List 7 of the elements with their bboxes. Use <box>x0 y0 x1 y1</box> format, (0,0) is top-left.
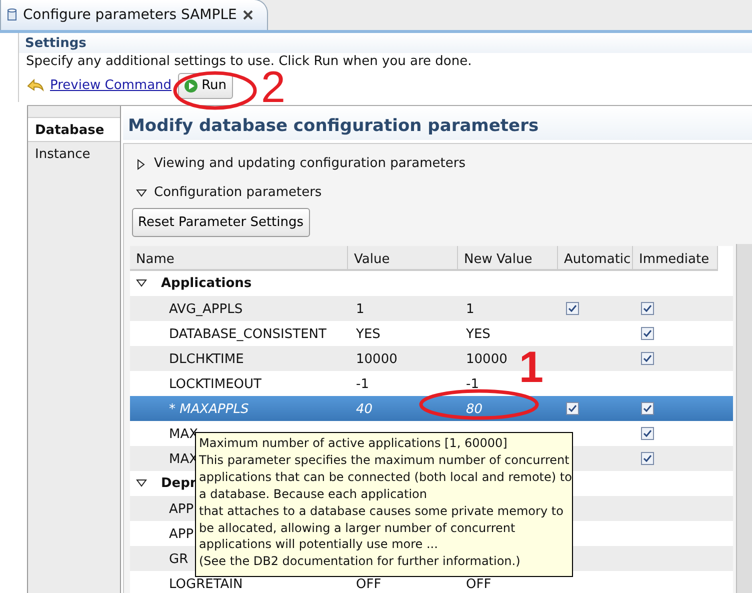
table-cell: -1 <box>356 377 369 392</box>
table-cell: OFF <box>356 577 382 592</box>
tooltip: Maximum number of active applications [1, 60000] This parameter specifies the maximum number of concurrent applications that can be connected (both local and remote) to a database. Because each application that attaches to a database causes some private memory to be allocated, allowing a larger number of concurrent applications will potentially use more ... (See the DB2 documentation for further information.) <box>195 432 573 577</box>
table-cell: 40 <box>356 402 373 417</box>
table-cell: 1 <box>356 302 364 317</box>
table-cell: YES <box>356 327 380 342</box>
table-cell: 10000 <box>356 352 398 367</box>
